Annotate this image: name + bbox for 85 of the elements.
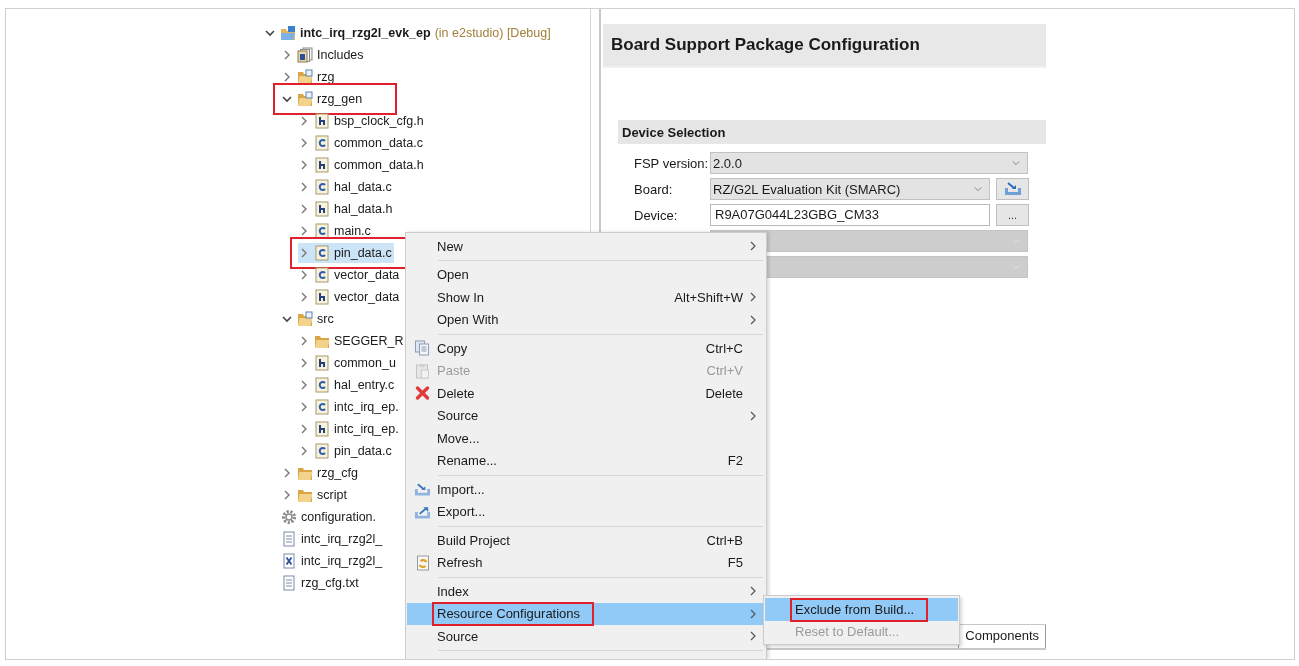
tree-item[interactable]: pin_data.c (298, 441, 394, 461)
tree-item[interactable]: hal_entry.c (298, 375, 397, 395)
tray-arrow-icon (1002, 181, 1023, 197)
menu-item[interactable]: Import... (407, 478, 765, 501)
dropdown[interactable]: 2.0.0 (710, 152, 1028, 174)
tree-item[interactable]: intc_irq_rzg2l_evk_ep (in e2studio) [Debug] (264, 23, 553, 43)
source-folder-icon (297, 69, 313, 85)
c-file-icon (314, 245, 330, 261)
c-file-icon (314, 223, 330, 239)
menu-item[interactable]: Refresh F5 (407, 551, 765, 574)
menu-item[interactable]: Exclude from Build... (765, 598, 958, 621)
text-field[interactable]: R9A07G044L23GBG_CM33 (710, 204, 990, 226)
header-file-icon (314, 289, 330, 305)
field-label: Device: (634, 207, 679, 223)
editor-title: Board Support Package Configuration (611, 35, 920, 55)
tree-item[interactable]: vector_data (298, 287, 402, 307)
menu-item[interactable]: Copy Ctrl+C (407, 337, 765, 360)
tree-item[interactable]: rzg_cfg.txt (281, 573, 361, 593)
menu-item[interactable]: Resource Configurations (407, 602, 765, 625)
menu-item[interactable]: Index (407, 580, 765, 603)
menu-item[interactable]: Rename... F2 (407, 449, 765, 472)
chevron-down-icon[interactable] (264, 27, 276, 39)
c-file-icon (314, 267, 330, 283)
header-file-icon (314, 355, 330, 371)
tree-item[interactable]: main.c (298, 221, 373, 241)
menu-item[interactable]: Delete Delete (407, 382, 765, 405)
tree-item[interactable]: common_u (298, 353, 398, 373)
browse-button[interactable]: ... (996, 204, 1029, 226)
tree-item[interactable]: intc_irq_ep. (298, 419, 401, 439)
c-file-icon (314, 135, 330, 151)
menu-item[interactable]: Source (407, 404, 765, 427)
import-board-button[interactable] (996, 178, 1029, 200)
source-folder-icon (297, 311, 313, 327)
menu-item[interactable]: Open With (407, 308, 765, 331)
menu-item[interactable]: Build Project Ctrl+B (407, 529, 765, 552)
c-file-icon (314, 399, 330, 415)
tree-item[interactable]: intc_irq_rzg2l_ (281, 529, 385, 549)
menu-item[interactable]: New (407, 235, 765, 258)
tree-item[interactable]: pin_data.c (298, 243, 394, 263)
tree-item[interactable]: bsp_clock_cfg.h (298, 111, 426, 131)
tree-item[interactable]: intc_irq_ep. (298, 397, 401, 417)
project-folder-icon (280, 25, 296, 41)
dropdown[interactable]: RZ/G2L Evaluation Kit (SMARC) (710, 178, 990, 200)
tree-item[interactable]: rzg_gen (281, 89, 365, 109)
library-icon (297, 47, 313, 63)
section-title: Device Selection (622, 124, 726, 140)
folder-icon (297, 487, 313, 503)
chevron-down-icon[interactable] (281, 93, 293, 105)
header-file-icon (314, 421, 330, 437)
tree-item[interactable]: src (281, 309, 336, 329)
folder-icon (314, 333, 330, 349)
field-label: Board: (634, 181, 674, 197)
text-file-icon (281, 575, 297, 591)
tree-item[interactable]: Includes (281, 45, 366, 65)
tree-item[interactable]: common_data.c (298, 133, 425, 153)
menu-item[interactable]: Export... (407, 500, 765, 523)
tree-item[interactable]: hal_data.c (298, 177, 394, 197)
c-file-icon (314, 443, 330, 459)
menu-item[interactable]: Move... (407, 427, 765, 450)
tree-item[interactable]: common_data.h (298, 155, 426, 175)
import-icon (413, 481, 431, 498)
menu-item[interactable]: Source (407, 625, 765, 648)
text-file-icon (281, 531, 297, 547)
menu-item[interactable]: Open (407, 263, 765, 286)
folder-icon (297, 465, 313, 481)
tree-item[interactable]: rzg_cfg (281, 463, 360, 483)
tree-item[interactable]: intc_irq_rzg2l_ (281, 551, 385, 571)
tree-item[interactable]: vector_data (298, 265, 402, 285)
header-file-icon (314, 113, 330, 129)
tree-item[interactable]: hal_data.h (298, 199, 395, 219)
header-file-icon (314, 201, 330, 217)
c-file-icon (314, 179, 330, 195)
tree-item[interactable]: script (281, 485, 349, 505)
copy-icon (413, 340, 431, 357)
xml-file-icon (281, 553, 297, 569)
tree-item[interactable]: configuration. (281, 507, 379, 527)
chevron-down-icon[interactable] (281, 313, 293, 325)
clipboard-icon (413, 362, 431, 379)
tree-item[interactable]: SEGGER_R (298, 331, 406, 351)
source-folder-icon (297, 91, 313, 107)
gear-icon (281, 509, 297, 525)
header-file-icon (314, 157, 330, 173)
delete-icon (413, 385, 431, 402)
c-file-icon (314, 377, 330, 393)
menu-item[interactable]: Show In Alt+Shift+W (407, 286, 765, 309)
